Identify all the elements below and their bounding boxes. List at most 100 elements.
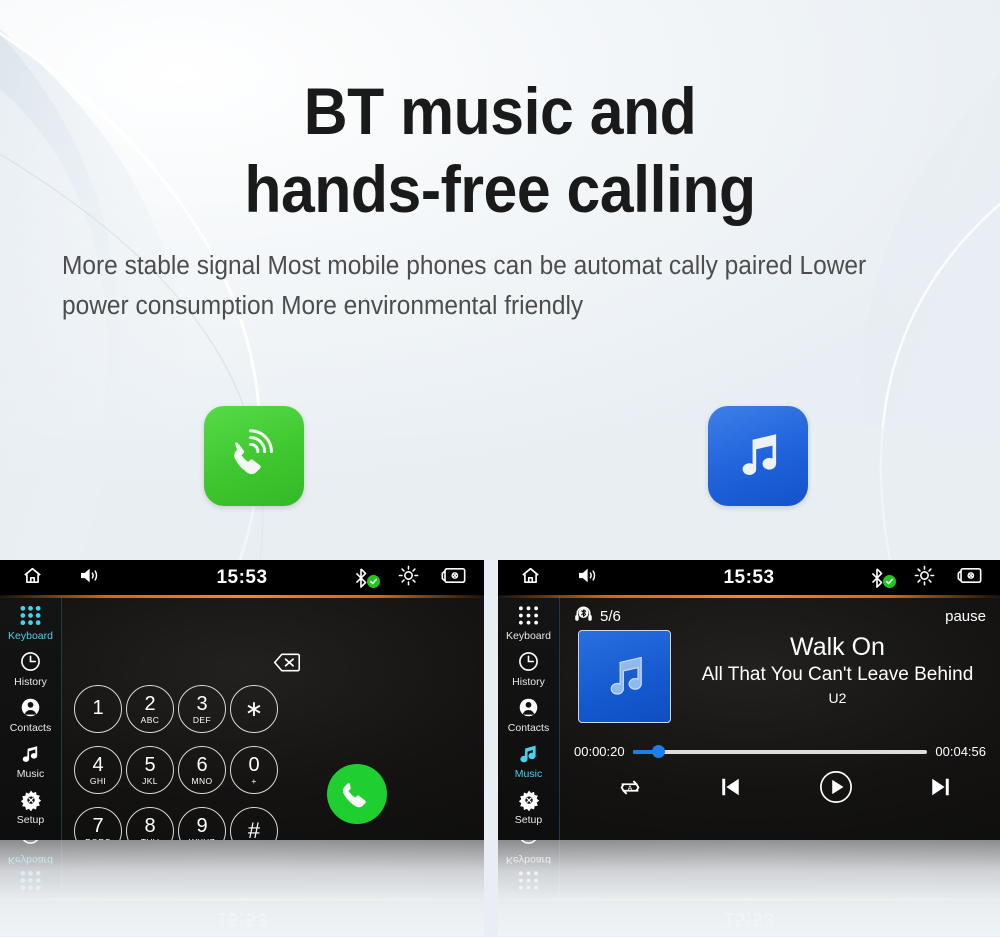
track-metadata: Walk On All That You Can't Leave Behind …	[685, 632, 990, 708]
dialpad-key-5[interactable]: 5 JKL	[126, 746, 174, 794]
brightness-icon[interactable]	[914, 565, 935, 591]
sidebar-item-music[interactable]: Music	[0, 741, 62, 780]
play-button[interactable]	[819, 770, 853, 804]
sidebar-item-keyboard[interactable]: Keyboard	[0, 603, 62, 642]
dialpad-key-9[interactable]: 9 WXYZ	[178, 807, 226, 840]
sidebar-item-setup[interactable]: Setup	[498, 787, 560, 826]
clock-icon	[518, 649, 539, 674]
next-icon	[932, 778, 949, 796]
phone-app-icon[interactable]	[204, 406, 304, 506]
dialer-reflection: 15:53 Keyboard History Contacts Music Se…	[0, 840, 484, 936]
dialpad-key-8[interactable]: 8 TUV	[126, 807, 174, 840]
sidebar-item-history[interactable]: History	[498, 649, 560, 688]
dialpad-key-3[interactable]: 3 DEF	[178, 685, 226, 733]
sidebar-item-keyboard[interactable]: Keyboard	[498, 603, 560, 642]
sidebar-label: Setup	[514, 814, 543, 826]
sidebar-label: Keyboard	[506, 630, 551, 642]
status-bar: 15:53	[498, 560, 1000, 595]
repeat-all-icon: A	[620, 779, 640, 795]
key-digit: 1	[92, 697, 104, 719]
display-off-icon[interactable]	[957, 566, 982, 590]
bluetooth-headphones-icon	[574, 604, 593, 628]
sidebar-item-history[interactable]: History	[0, 649, 62, 688]
music-note-icon	[21, 741, 40, 766]
page-subtitle: More stable signal Most mobile phones ca…	[62, 252, 867, 320]
head-unit-music: 15:53 Keyboard History Contacts Music Se…	[498, 560, 1000, 936]
track-artist: U2	[828, 690, 847, 706]
bluetooth-icon[interactable]	[870, 567, 896, 588]
progress-row: 00:00:20 00:04:56	[574, 744, 986, 759]
key-digit: 7	[92, 814, 104, 837]
transport-controls: A	[578, 770, 990, 804]
display-off-icon[interactable]	[441, 566, 466, 590]
album-art	[578, 630, 671, 723]
sidebar-label: Keyboard	[8, 630, 53, 642]
clock-icon	[20, 649, 41, 674]
keypad-grid-icon	[517, 603, 540, 628]
music-reflection: 15:53 Keyboard History Contacts Music Se…	[498, 840, 1000, 936]
sidebar-label: Contacts	[9, 722, 52, 734]
accent-rule	[0, 595, 484, 598]
sidebar-item-contacts[interactable]: Contacts	[0, 695, 62, 734]
sidebar-item-contacts[interactable]: Contacts	[498, 695, 560, 734]
page-root: BT music and hands-free calling More sta…	[0, 0, 1000, 937]
sidebar-right: Keyboard History Contacts Music Setup	[498, 596, 560, 840]
sidebar-left: Keyboard History Contacts Music Setup	[0, 596, 62, 840]
call-waves-icon	[234, 429, 273, 475]
key-digit: 5	[144, 753, 156, 776]
dialpad-key-star[interactable]: ∗	[230, 685, 278, 733]
repeat-all-button[interactable]: A	[617, 777, 643, 798]
sidebar-item-setup[interactable]: Setup	[0, 787, 62, 826]
music-note-icon	[742, 434, 777, 476]
sidebar-label: History	[512, 676, 545, 688]
sidebar-label: Music	[16, 768, 45, 780]
head-unit-dialer: 15:53 Keyboard History Contacts Music Se…	[0, 560, 484, 936]
page-title: BT music and hands-free calling	[40, 0, 960, 228]
keypad-grid-icon	[19, 603, 42, 628]
bluetooth-connected-badge	[367, 574, 380, 588]
play-icon	[819, 771, 852, 803]
progress-knob[interactable]	[651, 745, 665, 758]
bluetooth-icon[interactable]	[354, 567, 380, 588]
page-title-line1: BT music and	[303, 74, 697, 148]
music-note-icon	[519, 741, 538, 766]
key-digit: 2	[144, 692, 156, 715]
dialpad-key-1[interactable]: 1	[74, 685, 122, 733]
track-index: 5/6	[600, 607, 621, 625]
dialpad-key-6[interactable]: 6 MNO	[178, 746, 226, 794]
music-note-icon	[610, 656, 642, 695]
backspace-icon[interactable]	[273, 652, 301, 678]
key-letters: JKL	[142, 775, 158, 786]
accent-rule	[498, 595, 1000, 598]
svg-text:A: A	[627, 783, 632, 792]
dialpad-key-hash[interactable]: #	[230, 807, 278, 840]
call-button[interactable]	[327, 764, 387, 824]
progress-slider[interactable]	[632, 745, 928, 758]
previous-track-button[interactable]	[720, 776, 741, 798]
dialer-body: Keyboard History Contacts Music Setup 1 …	[0, 596, 484, 840]
sidebar-item-music[interactable]: Music	[498, 741, 560, 780]
key-letters: GHI	[89, 775, 107, 786]
status-bar: 15:53	[0, 560, 484, 595]
key-digit: 6	[196, 753, 208, 776]
gear-icon	[20, 787, 42, 812]
bluetooth-connected-badge	[883, 574, 896, 588]
key-digit: 0	[248, 753, 260, 776]
person-icon	[20, 695, 41, 720]
playback-state-label[interactable]: pause	[945, 608, 986, 625]
elapsed-time: 00:00:20	[574, 744, 625, 759]
dialpad-key-2[interactable]: 2 ABC	[126, 685, 174, 733]
music-app-icon[interactable]	[708, 406, 808, 506]
dialpad-key-0[interactable]: 0 +	[230, 746, 278, 794]
dialpad-key-4[interactable]: 4 GHI	[74, 746, 122, 794]
track-album: All That You Can't Leave Behind	[701, 664, 974, 685]
hero-section: BT music and hands-free calling More sta…	[0, 0, 1000, 326]
app-icon-row	[0, 406, 1000, 510]
next-track-button[interactable]	[930, 776, 951, 798]
dialpad-key-7[interactable]: 7 PQRS	[74, 807, 122, 840]
brightness-icon[interactable]	[398, 565, 419, 591]
dialer-screen: 15:53 Keyboard History Contacts Music Se…	[0, 560, 484, 840]
duration-time: 00:04:56	[935, 744, 986, 759]
key-digit: 3	[196, 692, 208, 715]
page-title-line2: hands-free calling	[244, 152, 756, 226]
